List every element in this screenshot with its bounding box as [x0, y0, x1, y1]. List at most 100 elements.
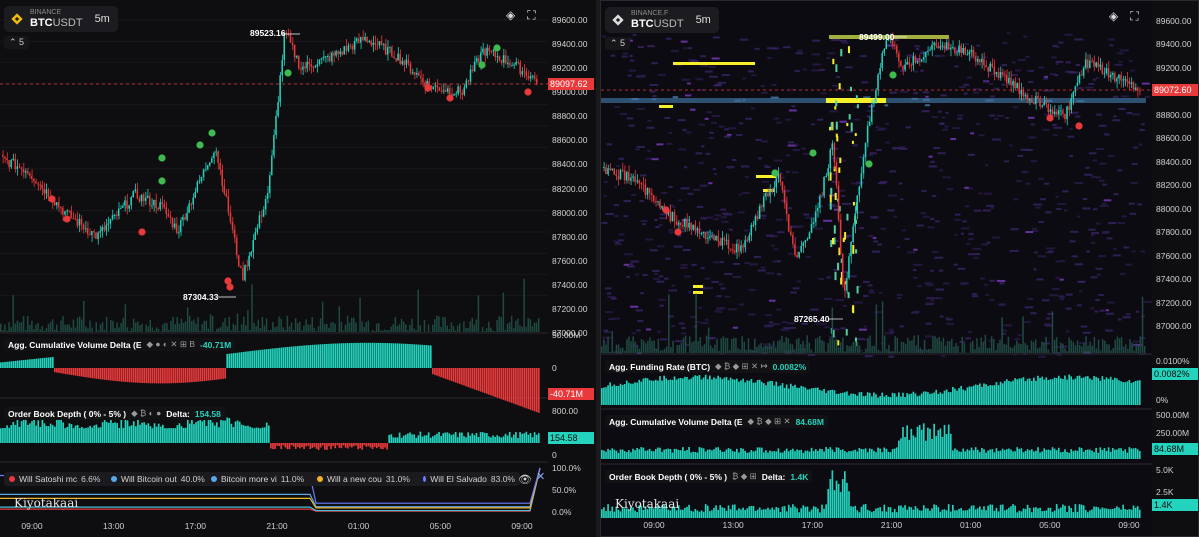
left-symbol-header[interactable]: BINANCE BTCUSDT 5m	[4, 6, 118, 32]
histogram-bar	[0, 428, 2, 443]
histogram-bar	[1095, 447, 1097, 459]
right-chart-canvas[interactable]	[601, 1, 1199, 537]
left-chart-canvas[interactable]	[0, 0, 596, 537]
right-price-axis[interactable]: 89600.0089400.0089200.0089000.0088800.00…	[1152, 1, 1198, 536]
heatmap-cell	[1103, 133, 1110, 136]
volume-bar	[226, 326, 228, 332]
price-tick: 88600.00	[552, 135, 588, 146]
volume-bar	[2, 330, 4, 332]
heatmap-cell	[1038, 66, 1045, 69]
histogram-bar	[1134, 507, 1137, 518]
polymarket-item[interactable]: Bitcoin more vi 11.0%	[206, 472, 316, 486]
right-symbol-header[interactable]: BINANCE.F BTCUSDT 5m	[605, 7, 719, 33]
histogram-bar	[392, 343, 395, 368]
right-time-axis[interactable]: 09:00 13:00 17:00 21:00 01:00 05:00 09:00	[601, 520, 1152, 532]
eye-icon[interactable]: 👁	[518, 473, 532, 486]
volume-bar	[195, 323, 197, 332]
histogram-bar	[854, 449, 857, 459]
exchange-icons[interactable]: ₿ ◆ ⊞	[732, 471, 757, 482]
heatmap-cell	[671, 284, 676, 287]
heatmap-cell	[896, 246, 900, 249]
timeframe-label[interactable]: 5m	[696, 14, 711, 26]
candle-body	[393, 56, 395, 59]
heatmap-cell	[1130, 181, 1138, 184]
histogram-bar	[652, 380, 655, 405]
exchange-icons[interactable]: ◆ ₿ ◆ ⊞ ✕	[748, 416, 791, 427]
histogram-bar	[56, 368, 58, 373]
collapse-toggle[interactable]: ⌃ 5	[605, 37, 631, 50]
layers-icon[interactable]: ◈	[1109, 9, 1118, 24]
histogram-bar	[831, 389, 834, 405]
polymarket-item[interactable]: Will Bitcoin out 40.0%	[106, 472, 212, 486]
histogram-bar	[525, 368, 528, 409]
candle-body	[630, 177, 632, 181]
heatmap-cell	[1049, 294, 1059, 297]
histogram-bar	[974, 384, 977, 405]
close-icon[interactable]: ✕	[536, 470, 545, 483]
volume-bar	[201, 324, 203, 332]
candle-body	[41, 184, 43, 189]
volume-bar	[894, 336, 896, 353]
candle-body	[519, 62, 521, 75]
candle-body	[14, 158, 16, 170]
volume-bar	[703, 344, 706, 353]
polymarket-item[interactable]: Will El Salvado 83.0%	[418, 472, 520, 486]
candle-body	[773, 187, 775, 192]
histogram-bar	[733, 451, 736, 459]
left-price-axis[interactable]: 89600.00 89400.00 89200.00 89000.00 88800.00…	[548, 0, 596, 537]
candle-body	[227, 195, 230, 213]
volume-bar	[297, 323, 299, 332]
timeframe-label[interactable]: 5m	[95, 13, 110, 25]
layers-icon[interactable]: ◈	[506, 8, 515, 23]
collapse-toggle[interactable]: ⌃ 5	[4, 36, 30, 49]
left-obd-indicator-label[interactable]: Order Book Depth ( 0% - 5% ) ◆ ₿ ◐ ● Del…	[4, 407, 225, 420]
candle-body	[609, 168, 611, 170]
candle-body	[322, 56, 325, 59]
histogram-bar	[721, 379, 724, 405]
heatmap-cell	[652, 95, 657, 98]
histogram-bar	[240, 424, 243, 443]
histogram-bar	[605, 511, 607, 518]
histogram-bar	[1062, 451, 1064, 459]
histogram-bar	[601, 449, 603, 459]
left-cvd-indicator-label[interactable]: Agg. Cumulative Volume Delta (E ◆ ● ◐ ✕ …	[4, 338, 236, 351]
candle-body	[165, 207, 168, 215]
volume-bar	[992, 338, 995, 353]
volume-bar	[533, 322, 536, 332]
fullscreen-icon[interactable]: ⛶	[1130, 9, 1138, 24]
histogram-bar	[307, 345, 310, 368]
heatmap-cell	[900, 198, 904, 201]
volume-bar	[301, 330, 303, 332]
volume-bar	[697, 341, 699, 353]
histogram-bar	[844, 451, 846, 459]
right-funding-indicator-label[interactable]: Agg. Funding Rate (BTC) ◆ ₿ ◆ ⊞ ✕ ↦ 0.00…	[605, 360, 811, 373]
candle-body	[53, 202, 56, 206]
heatmap-cell	[619, 112, 628, 115]
candle-body	[817, 207, 819, 212]
heatmap-cell	[985, 164, 989, 167]
volume-bar	[78, 316, 81, 332]
volume-bar	[504, 329, 507, 332]
heatmap-cell	[1052, 45, 1058, 48]
histogram-bar	[465, 368, 467, 387]
histogram-bar	[659, 447, 661, 459]
settings-icons[interactable]: ◆ ● ◐ ✕ ⊞ B	[147, 339, 196, 350]
polymarket-item[interactable]: Will a new cou 31.0%	[312, 472, 422, 486]
fullscreen-icon[interactable]: ⛶	[527, 8, 535, 23]
exchange-icons[interactable]: ◆ ₿ ◆ ⊞ ✕ ↦	[715, 361, 768, 372]
candle-body	[1097, 62, 1099, 67]
histogram-bar	[1130, 382, 1133, 405]
heatmap-cell	[630, 260, 640, 263]
heatmap-cell	[983, 192, 992, 195]
polymarket-item[interactable]: Will Satoshi mc 6.6%	[4, 472, 110, 486]
histogram-bar	[363, 342, 366, 368]
volume-bar	[783, 342, 785, 353]
right-cvd-indicator-label[interactable]: Agg. Cumulative Volume Delta (E ◆ ₿ ◆ ⊞ …	[605, 415, 828, 428]
histogram-bar	[742, 507, 744, 518]
candle-body	[142, 194, 145, 201]
exchange-icons[interactable]: ◆ ₿ ◐ ●	[131, 408, 161, 419]
heatmap-cell	[1141, 123, 1145, 126]
left-time-axis[interactable]: 09:00 13:00 17:00 21:00 01:00 05:00 09:00	[0, 521, 548, 533]
right-obd-indicator-label[interactable]: Order Book Depth ( 0% - 5% ) ₿ ◆ ⊞ Delta…	[605, 470, 813, 483]
histogram-bar	[444, 432, 447, 443]
